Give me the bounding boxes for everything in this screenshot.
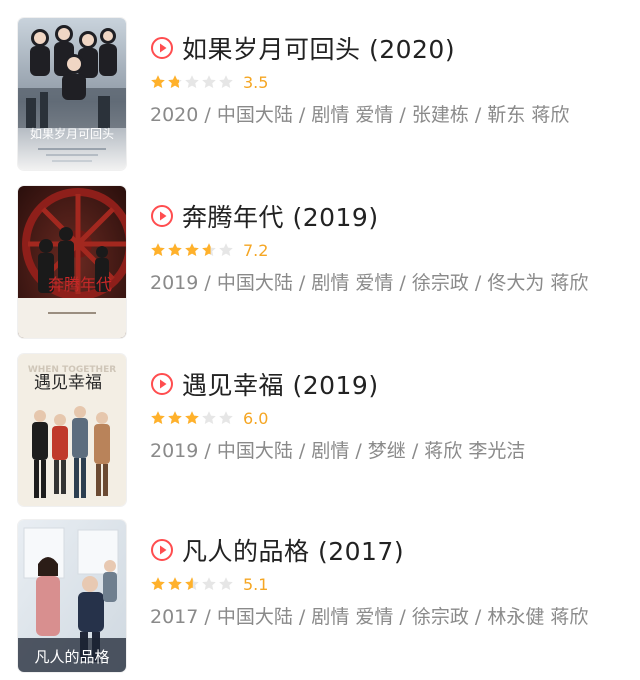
play-icon[interactable]	[150, 36, 174, 60]
star-icon	[184, 74, 200, 90]
star-icon	[150, 410, 166, 426]
title-row[interactable]: 如果岁月可回头 (2020)	[150, 30, 455, 66]
title-row[interactable]: 奔腾年代 (2019)	[150, 198, 379, 234]
list-item[interactable]: 如果岁月可回头 如果岁月可回头 (2020) 3.5 2020 / 中国大陆 /…	[0, 18, 640, 178]
star-icon	[150, 242, 166, 258]
rating-row: 5.1	[150, 573, 268, 595]
rating-row: 6.0	[150, 407, 268, 429]
rating-score: 7.2	[243, 240, 269, 260]
star-icon	[218, 410, 234, 426]
list-item[interactable]: WHEN TOGETHER 遇见幸福 遇见幸福 (2019) 6.0 2019 …	[0, 354, 640, 514]
movie-poster[interactable]: 奔腾年代	[18, 186, 126, 338]
poster-title-text: 凡人的品格	[34, 648, 109, 666]
star-icon	[218, 74, 234, 90]
star-icon	[201, 576, 217, 592]
star-icon	[218, 242, 234, 258]
movie-poster[interactable]: 凡人的品格	[18, 520, 126, 672]
movie-meta: 2019 / 中国大陆 / 剧情 爱情 / 徐宗政 / 佟大为 蒋欣	[150, 272, 589, 294]
movie-poster[interactable]: WHEN TOGETHER 遇见幸福	[18, 354, 126, 506]
rating-score: 6.0	[243, 408, 269, 428]
title-row[interactable]: 凡人的品格 (2017)	[150, 532, 404, 568]
rating-row: 7.2	[150, 239, 268, 261]
poster-title-text: 如果岁月可回头	[30, 126, 114, 141]
movie-meta: 2019 / 中国大陆 / 剧情 / 梦继 / 蒋欣 李光洁	[150, 440, 526, 462]
play-icon[interactable]	[150, 204, 174, 228]
poster-title-text: 遇见幸福	[34, 373, 102, 393]
star-icon	[184, 410, 200, 426]
play-icon[interactable]	[150, 538, 174, 562]
star-icon	[167, 242, 183, 258]
movie-title[interactable]: 凡人的品格 (2017)	[182, 532, 404, 568]
star-icon	[184, 242, 200, 258]
title-row[interactable]: 遇见幸福 (2019)	[150, 366, 379, 402]
list-item[interactable]: 奔腾年代 奔腾年代 (2019) 7.2 2019 / 中国大陆 / 剧情 爱情…	[0, 186, 640, 346]
movie-meta: 2017 / 中国大陆 / 剧情 爱情 / 徐宗政 / 林永健 蒋欣	[150, 606, 589, 628]
star-icon	[201, 74, 217, 90]
star-rating	[150, 410, 235, 426]
movie-title[interactable]: 如果岁月可回头 (2020)	[182, 30, 455, 66]
movie-meta: 2020 / 中国大陆 / 剧情 爱情 / 张建栋 / 靳东 蒋欣	[150, 104, 570, 126]
star-rating	[150, 74, 235, 90]
rating-score: 5.1	[243, 574, 269, 594]
star-icon	[218, 576, 234, 592]
star-icon	[167, 410, 183, 426]
rating-row: 3.5	[150, 71, 268, 93]
star-icon	[167, 576, 183, 592]
movie-poster[interactable]: 如果岁月可回头	[18, 18, 126, 170]
movie-list: 如果岁月可回头 如果岁月可回头 (2020) 3.5 2020 / 中国大陆 /…	[0, 0, 640, 678]
play-icon[interactable]	[150, 372, 174, 396]
movie-title[interactable]: 奔腾年代 (2019)	[182, 198, 379, 234]
movie-title[interactable]: 遇见幸福 (2019)	[182, 366, 379, 402]
poster-title-text: 奔腾年代	[48, 275, 112, 294]
star-icon	[201, 410, 217, 426]
star-icon	[184, 576, 200, 592]
star-icon	[167, 74, 183, 90]
star-icon	[201, 242, 217, 258]
star-rating	[150, 242, 235, 258]
star-icon	[150, 576, 166, 592]
star-rating	[150, 576, 235, 592]
star-icon	[150, 74, 166, 90]
rating-score: 3.5	[243, 72, 269, 92]
list-item[interactable]: 凡人的品格 凡人的品格 (2017) 5.1 2017 / 中国大陆 / 剧情 …	[0, 520, 640, 680]
